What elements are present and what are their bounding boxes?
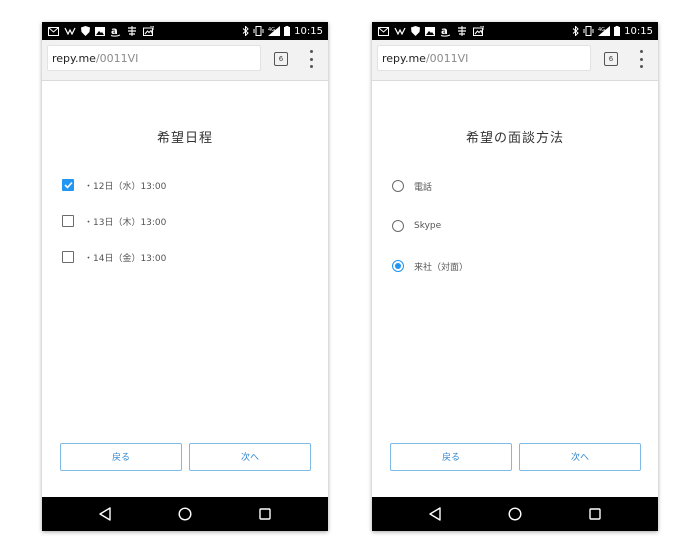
voicemail-icon (64, 27, 76, 35)
vibrate-icon (253, 26, 264, 36)
voicemail-icon (394, 27, 406, 35)
checkbox-unchecked-icon[interactable] (62, 215, 74, 227)
status-icons-right: 4G 10:15 (242, 22, 323, 40)
vibrate-icon (583, 26, 594, 36)
tab-switcher-button[interactable]: 6 (274, 52, 288, 66)
url-path: /0011VI (95, 52, 139, 65)
method-option-visit[interactable]: 来社（対面） (392, 258, 468, 274)
battery-icon (284, 26, 291, 36)
android-nav-bar (372, 497, 658, 531)
status-bar: a 4G 10:15 (42, 22, 328, 40)
page-title: 希望の面談方法 (465, 131, 564, 146)
home-circle-icon[interactable] (507, 506, 523, 522)
date-option-1[interactable]: ・12日（水）13:00 (62, 177, 166, 193)
image-icon (425, 26, 435, 36)
bluetooth-icon (572, 26, 579, 36)
checkbox-checked-icon[interactable] (62, 179, 74, 191)
back-triangle-icon[interactable] (427, 506, 443, 522)
home-circle-icon[interactable] (177, 506, 193, 522)
radio-unselected-icon[interactable] (392, 220, 404, 232)
battery-icon (614, 26, 621, 36)
amazon-icon: a (440, 26, 451, 37)
radio-selected-icon[interactable] (392, 260, 404, 272)
url-host: repy.me (382, 52, 426, 65)
status-icons-left: a (48, 22, 154, 40)
weather-icon (126, 26, 138, 36)
url-field[interactable]: repy.me/0011VI (47, 45, 261, 71)
signal-icon: 4G (268, 26, 281, 36)
weather-icon (456, 26, 468, 36)
amazon-icon: a (110, 26, 121, 37)
bluetooth-icon (242, 26, 249, 36)
phone-screen-meeting-method: a 4G 10:15 repy.me/0011VI 6 希望の面談方法 電話 S… (372, 22, 658, 531)
method-option-label: 来社（対面） (414, 262, 469, 273)
image-icon (95, 26, 105, 36)
mail-icon (48, 26, 59, 36)
shield-icon (81, 26, 90, 36)
overflow-menu-icon[interactable] (638, 50, 644, 68)
photo-icon (143, 26, 154, 36)
android-nav-bar (42, 497, 328, 531)
date-option-2[interactable]: ・13日（木）13:00 (62, 213, 166, 229)
url-field[interactable]: repy.me/0011VI (377, 45, 591, 71)
browser-toolbar: repy.me/0011VI 6 (42, 40, 328, 81)
radio-unselected-icon[interactable] (392, 180, 404, 192)
method-option-phone[interactable]: 電話 (392, 178, 432, 194)
page-title: 希望日程 (156, 131, 213, 146)
url-path: /0011VI (425, 52, 469, 65)
overflow-menu-icon[interactable] (308, 50, 314, 68)
mail-icon (378, 26, 389, 36)
back-button[interactable]: 戻る (60, 443, 182, 471)
status-icons-left: a (378, 22, 484, 40)
method-option-label: 電話 (414, 182, 433, 193)
date-option-label: ・13日（木）13:00 (84, 217, 167, 228)
date-option-label: ・14日（金）13:00 (84, 253, 167, 264)
svg-text:4G: 4G (268, 27, 275, 33)
photo-icon (473, 26, 484, 36)
url-host: repy.me (52, 52, 96, 65)
recents-square-icon[interactable] (587, 506, 603, 522)
status-icons-right: 4G 10:15 (572, 22, 653, 40)
shield-icon (411, 26, 420, 36)
tab-switcher-button[interactable]: 6 (604, 52, 618, 66)
status-bar: a 4G 10:15 (372, 22, 658, 40)
date-option-3[interactable]: ・14日（金）13:00 (62, 249, 166, 265)
back-triangle-icon[interactable] (97, 506, 113, 522)
back-button[interactable]: 戻る (390, 443, 512, 471)
checkbox-unchecked-icon[interactable] (62, 251, 74, 263)
status-time: 10:15 (294, 25, 323, 37)
method-option-label: Skype (414, 221, 442, 231)
recents-square-icon[interactable] (257, 506, 273, 522)
next-button[interactable]: 次へ (189, 443, 311, 471)
phone-screen-date-selection: a 4G 10:15 repy.me/0011VI 6 希望日程 ・12日（水）… (42, 22, 328, 531)
method-option-skype[interactable]: Skype (392, 218, 441, 234)
status-time: 10:15 (624, 25, 653, 37)
date-option-label: ・12日（水）13:00 (84, 181, 167, 192)
signal-icon: 4G (598, 26, 611, 36)
browser-toolbar: repy.me/0011VI 6 (372, 40, 658, 81)
svg-text:4G: 4G (598, 27, 605, 33)
next-button[interactable]: 次へ (519, 443, 641, 471)
